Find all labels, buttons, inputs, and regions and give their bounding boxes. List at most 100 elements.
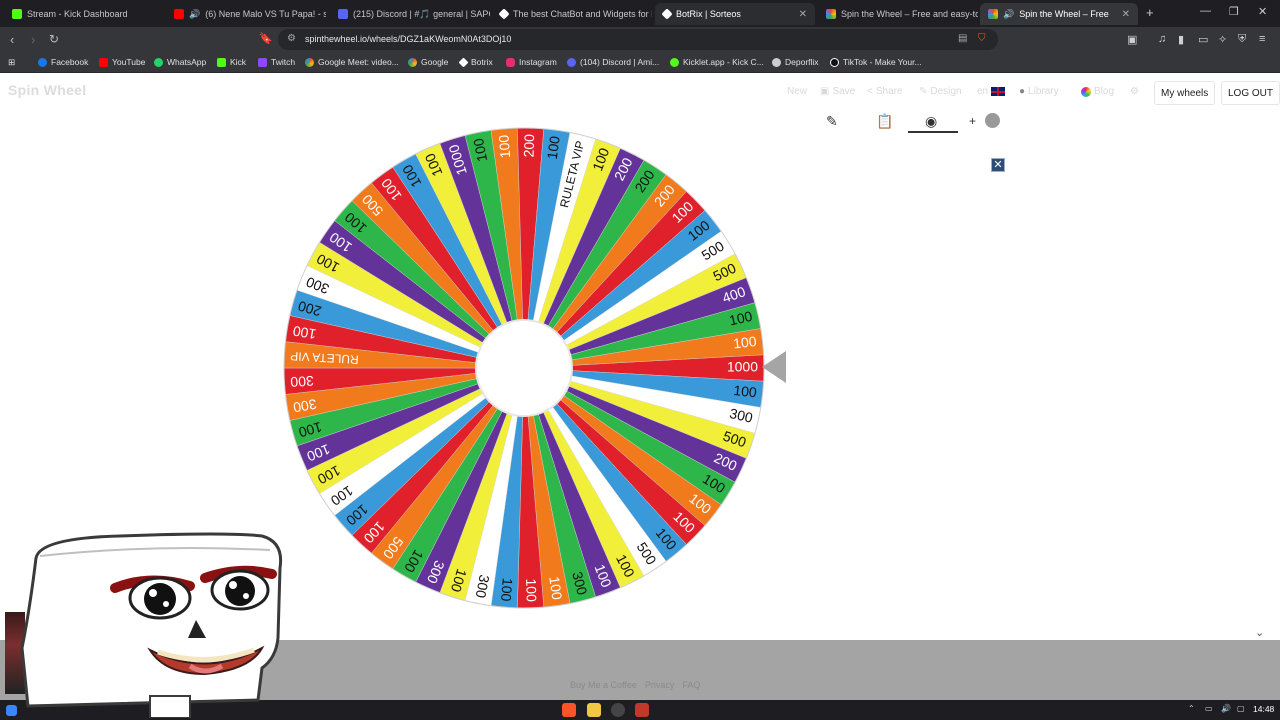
chevron-down-icon[interactable]: ⌄: [1255, 626, 1264, 639]
edit-pencil-icon[interactable]: ✎: [826, 113, 838, 130]
menu-settings[interactable]: ⚙: [1130, 86, 1139, 97]
bookmark-google-meet[interactable]: Google Meet: video...: [305, 57, 399, 67]
reload-icon[interactable]: ↻: [49, 32, 59, 46]
screenshot-icon[interactable]: ▣: [1127, 33, 1137, 46]
tab-strip: Stream - Kick Dashboard 🔊 (6) Nene Malo …: [0, 0, 1280, 27]
menu-icon[interactable]: ≡: [1259, 33, 1265, 45]
tab-kick-dashboard[interactable]: Stream - Kick Dashboard: [4, 3, 164, 25]
brave-taskbar-icon[interactable]: [562, 703, 576, 717]
bookmark-label: Kicklet.app - Kick C...: [683, 57, 764, 67]
menu-language[interactable]: en: [977, 86, 1006, 97]
tab-title: BotRix | Sorteos: [676, 9, 741, 19]
privacy-link[interactable]: Privacy: [645, 680, 675, 690]
tab-title: Spin the Wheel – Free and e: [1019, 9, 1111, 19]
forward-icon[interactable]: ›: [31, 32, 35, 47]
brave-nightly-icon[interactable]: [635, 703, 649, 717]
wheel-center-hub[interactable]: [475, 319, 573, 417]
bookmark-botrix[interactable]: Botrix: [458, 57, 493, 67]
sidebar-icon[interactable]: ▮: [1178, 33, 1184, 46]
mascot-neck: [149, 695, 191, 718]
pencil-icon: ✎: [919, 86, 928, 97]
footer-links: Buy Me a Coffee Privacy FAQ: [570, 680, 700, 690]
menu-library[interactable]: ● Library: [1019, 86, 1059, 97]
bookmark-label: TikTok - Make Your...: [843, 57, 922, 67]
menu-blog[interactable]: Blog: [1081, 86, 1114, 97]
vpn-icon[interactable]: ⛨: [1238, 33, 1246, 46]
gear-icon: ⚙: [1130, 86, 1139, 97]
bookmark-facebook[interactable]: Facebook: [38, 57, 88, 67]
bookmark-icon[interactable]: 🔖: [259, 32, 273, 45]
bookmark-kick[interactable]: Kick: [217, 57, 246, 67]
mascot-overlay: [20, 532, 283, 718]
save-icon: ▣: [820, 86, 830, 97]
back-icon[interactable]: ‹: [10, 32, 14, 47]
tab-botrix-chatbot[interactable]: The best ChatBot and Widgets for K: [492, 3, 652, 25]
hide-eye-icon[interactable]: ◉: [925, 113, 937, 130]
buy-me-a-coffee-link[interactable]: Buy Me a Coffee: [570, 680, 637, 690]
discord-icon: [567, 57, 576, 67]
kick-icon: [217, 57, 226, 67]
menu-share[interactable]: < Share: [867, 86, 903, 97]
wheel-segment-label: 100: [733, 382, 758, 400]
tab-title: (6) Nene Malo VS Tu Papa! - sus: [205, 9, 326, 19]
apps-icon[interactable]: ⊞: [8, 57, 15, 68]
wheel-pointer-icon: [762, 351, 786, 383]
tab-youtube[interactable]: 🔊 (6) Nene Malo VS Tu Papa! - sus: [166, 3, 326, 25]
network-icon[interactable]: ▭: [1205, 704, 1213, 713]
clipboard-icon[interactable]: 📋: [876, 113, 893, 130]
tab-spin-wheel[interactable]: Spin the Wheel – Free and easy-to-u: [818, 3, 978, 25]
bookmark-tiktok[interactable]: TikTok - Make Your...: [830, 57, 922, 67]
bookmark-instagram[interactable]: Instagram: [506, 57, 557, 67]
close-icon[interactable]: ✕: [799, 9, 807, 20]
add-icon[interactable]: +: [969, 114, 976, 128]
media-icon[interactable]: ♫: [1158, 33, 1166, 45]
close-panel-button[interactable]: ✕: [991, 158, 1005, 172]
bookmark-google[interactable]: Google: [408, 57, 448, 67]
my-wheels-button[interactable]: My wheels: [1154, 81, 1216, 105]
reader-mode-icon[interactable]: ▤: [958, 33, 967, 44]
address-bar[interactable]: ⚙ spinthewheel.io/wheels/DGZ1aKWeomN0At3…: [278, 29, 998, 50]
obs-icon[interactable]: [611, 703, 625, 717]
facebook-icon: [38, 57, 47, 67]
wheel-segment-label: 100: [495, 134, 513, 159]
menu-design[interactable]: ✎ Design: [919, 86, 962, 97]
window-close-icon[interactable]: ✕: [1258, 5, 1267, 18]
minimize-icon[interactable]: —: [1200, 5, 1211, 17]
bookmark-kicklet[interactable]: Kicklet.app - Kick C...: [670, 57, 764, 67]
tray-chevron-icon[interactable]: ⌃: [1188, 704, 1195, 713]
bookmark-twitch[interactable]: Twitch: [258, 57, 295, 67]
close-icon[interactable]: ✕: [1122, 9, 1130, 20]
leo-ai-icon[interactable]: ✧: [1218, 33, 1227, 46]
log-out-button[interactable]: LOG OUT: [1221, 81, 1280, 105]
notification-icon[interactable]: ▢: [1237, 704, 1245, 713]
menu-new[interactable]: New: [787, 86, 807, 97]
site-info-icon[interactable]: ⚙: [287, 33, 296, 44]
faq-link[interactable]: FAQ: [682, 680, 700, 690]
screen: Stream - Kick Dashboard 🔊 (6) Nene Malo …: [0, 0, 1280, 720]
tab-botrix-sorteos[interactable]: BotRix | Sorteos ✕: [655, 3, 815, 25]
bookmark-deporflix[interactable]: Deporflix: [772, 57, 819, 67]
spin-wheel[interactable]: 1000100300500200100100100100500100100300…: [282, 126, 766, 610]
tab-spin-wheel-active[interactable]: 🔊 Spin the Wheel – Free and e ✕: [980, 3, 1138, 25]
mascot-pupil-left: [144, 583, 176, 615]
bookmark-label: Deporflix: [785, 57, 819, 67]
new-tab-icon[interactable]: +: [1146, 5, 1154, 20]
spin-wheel-icon: [826, 9, 836, 19]
file-explorer-icon[interactable]: [587, 703, 601, 717]
brave-shield-icon[interactable]: ⛉: [978, 33, 986, 44]
discord-icon: [338, 9, 348, 19]
bookmark-discord[interactable]: (104) Discord | Ami...: [567, 57, 659, 67]
bookmark-label: Twitch: [271, 57, 296, 67]
volume-icon[interactable]: 🔊: [1221, 704, 1231, 713]
wallet-icon[interactable]: ▭: [1198, 33, 1208, 46]
tab-discord[interactable]: (215) Discord | #🎵 general | SAPO: [330, 3, 490, 25]
bookmark-label: (104) Discord | Ami...: [580, 57, 660, 67]
globe-icon: ●: [1019, 86, 1026, 97]
restore-icon[interactable]: ❐: [1229, 5, 1239, 18]
wheel-segment-label: 100: [732, 333, 757, 351]
site-logo[interactable]: Spin Wheel: [8, 82, 86, 98]
bookmark-whatsapp[interactable]: WhatsApp: [154, 57, 206, 67]
menu-save[interactable]: ▣ Save: [820, 86, 855, 97]
avatar-icon[interactable]: [985, 113, 1000, 128]
bookmark-youtube[interactable]: YouTube: [99, 57, 145, 67]
